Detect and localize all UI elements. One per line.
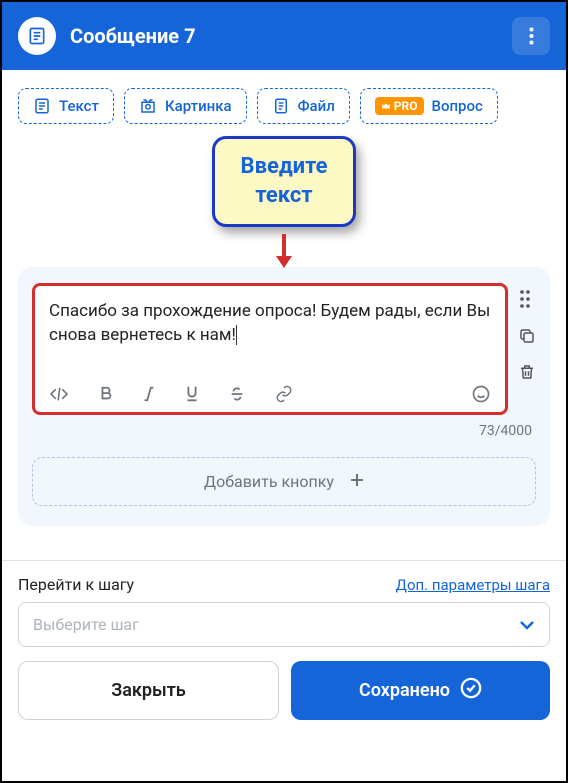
- advanced-params-link[interactable]: Доп. параметры шага: [396, 576, 550, 594]
- add-question-button[interactable]: PRO Вопрос: [360, 88, 498, 124]
- link-icon[interactable]: [275, 385, 293, 403]
- check-icon: [460, 677, 482, 704]
- more-menu-button[interactable]: [512, 17, 550, 55]
- pro-label: PRO: [394, 99, 418, 113]
- editor-section: Спасибо за прохождение опроса! Будем рад…: [18, 267, 550, 526]
- content-type-row: Текст Картинка Файл PRO Вопрос: [2, 70, 566, 124]
- delete-icon[interactable]: [518, 363, 536, 381]
- header-left: Сообщение 7: [18, 17, 196, 55]
- add-button-label: Добавить кнопку: [204, 472, 334, 491]
- add-button[interactable]: Добавить кнопку: [32, 457, 536, 506]
- pro-badge: PRO: [375, 97, 424, 115]
- add-image-label: Картинка: [165, 97, 232, 115]
- tooltip-container: Введите текст: [2, 136, 566, 227]
- add-text-button[interactable]: Текст: [18, 88, 114, 124]
- close-button[interactable]: Закрыть: [18, 661, 279, 720]
- text-icon: [33, 97, 51, 115]
- editor-toolbar: [49, 380, 491, 404]
- step-section: Перейти к шагу Доп. параметры шага Выбер…: [2, 561, 566, 647]
- image-icon: [139, 97, 157, 115]
- editor-side-actions: [518, 283, 536, 381]
- step-select[interactable]: Выберите шаг: [18, 602, 550, 647]
- tooltip-line2: текст: [255, 183, 312, 208]
- chevron-down-icon: [519, 615, 535, 634]
- drag-handle-icon[interactable]: [518, 289, 536, 309]
- step-label: Перейти к шагу: [18, 575, 134, 594]
- editor-content[interactable]: Спасибо за прохождение опроса! Будем рад…: [49, 300, 491, 360]
- app-header: Сообщение 7: [2, 2, 566, 70]
- add-question-label: Вопрос: [432, 97, 483, 115]
- step-placeholder: Выберите шаг: [33, 615, 139, 634]
- italic-icon[interactable]: [143, 386, 155, 402]
- code-icon[interactable]: [49, 386, 69, 402]
- plus-icon: [350, 472, 364, 491]
- add-file-button[interactable]: Файл: [257, 88, 350, 124]
- strikethrough-icon[interactable]: [229, 386, 245, 402]
- page-title: Сообщение 7: [70, 24, 196, 48]
- copy-icon[interactable]: [518, 327, 536, 345]
- char-count: 73/4000: [32, 423, 536, 439]
- file-icon: [272, 97, 290, 115]
- bold-icon[interactable]: [99, 386, 113, 402]
- add-image-button[interactable]: Картинка: [124, 88, 247, 124]
- underline-icon[interactable]: [185, 385, 199, 403]
- add-text-label: Текст: [59, 97, 99, 115]
- toolbar-right: [471, 384, 491, 404]
- text-editor[interactable]: Спасибо за прохождение опроса! Будем рад…: [32, 283, 508, 415]
- toolbar-left: [49, 385, 293, 403]
- saved-button[interactable]: Сохранено: [291, 661, 550, 720]
- tooltip-line1: Введите: [241, 154, 328, 179]
- saved-button-label: Сохранено: [359, 680, 450, 701]
- emoji-icon[interactable]: [471, 384, 491, 404]
- editor-row: Спасибо за прохождение опроса! Будем рад…: [32, 283, 536, 415]
- footer-buttons: Закрыть Сохранено: [2, 647, 566, 734]
- message-icon: [18, 17, 56, 55]
- add-file-label: Файл: [298, 97, 335, 115]
- tooltip-text: Введите текст: [241, 153, 328, 210]
- step-header: Перейти к шагу Доп. параметры шага: [18, 575, 550, 594]
- close-button-label: Закрыть: [111, 680, 186, 701]
- arrow-down-icon: [272, 232, 296, 270]
- tooltip-box: Введите текст: [212, 136, 357, 227]
